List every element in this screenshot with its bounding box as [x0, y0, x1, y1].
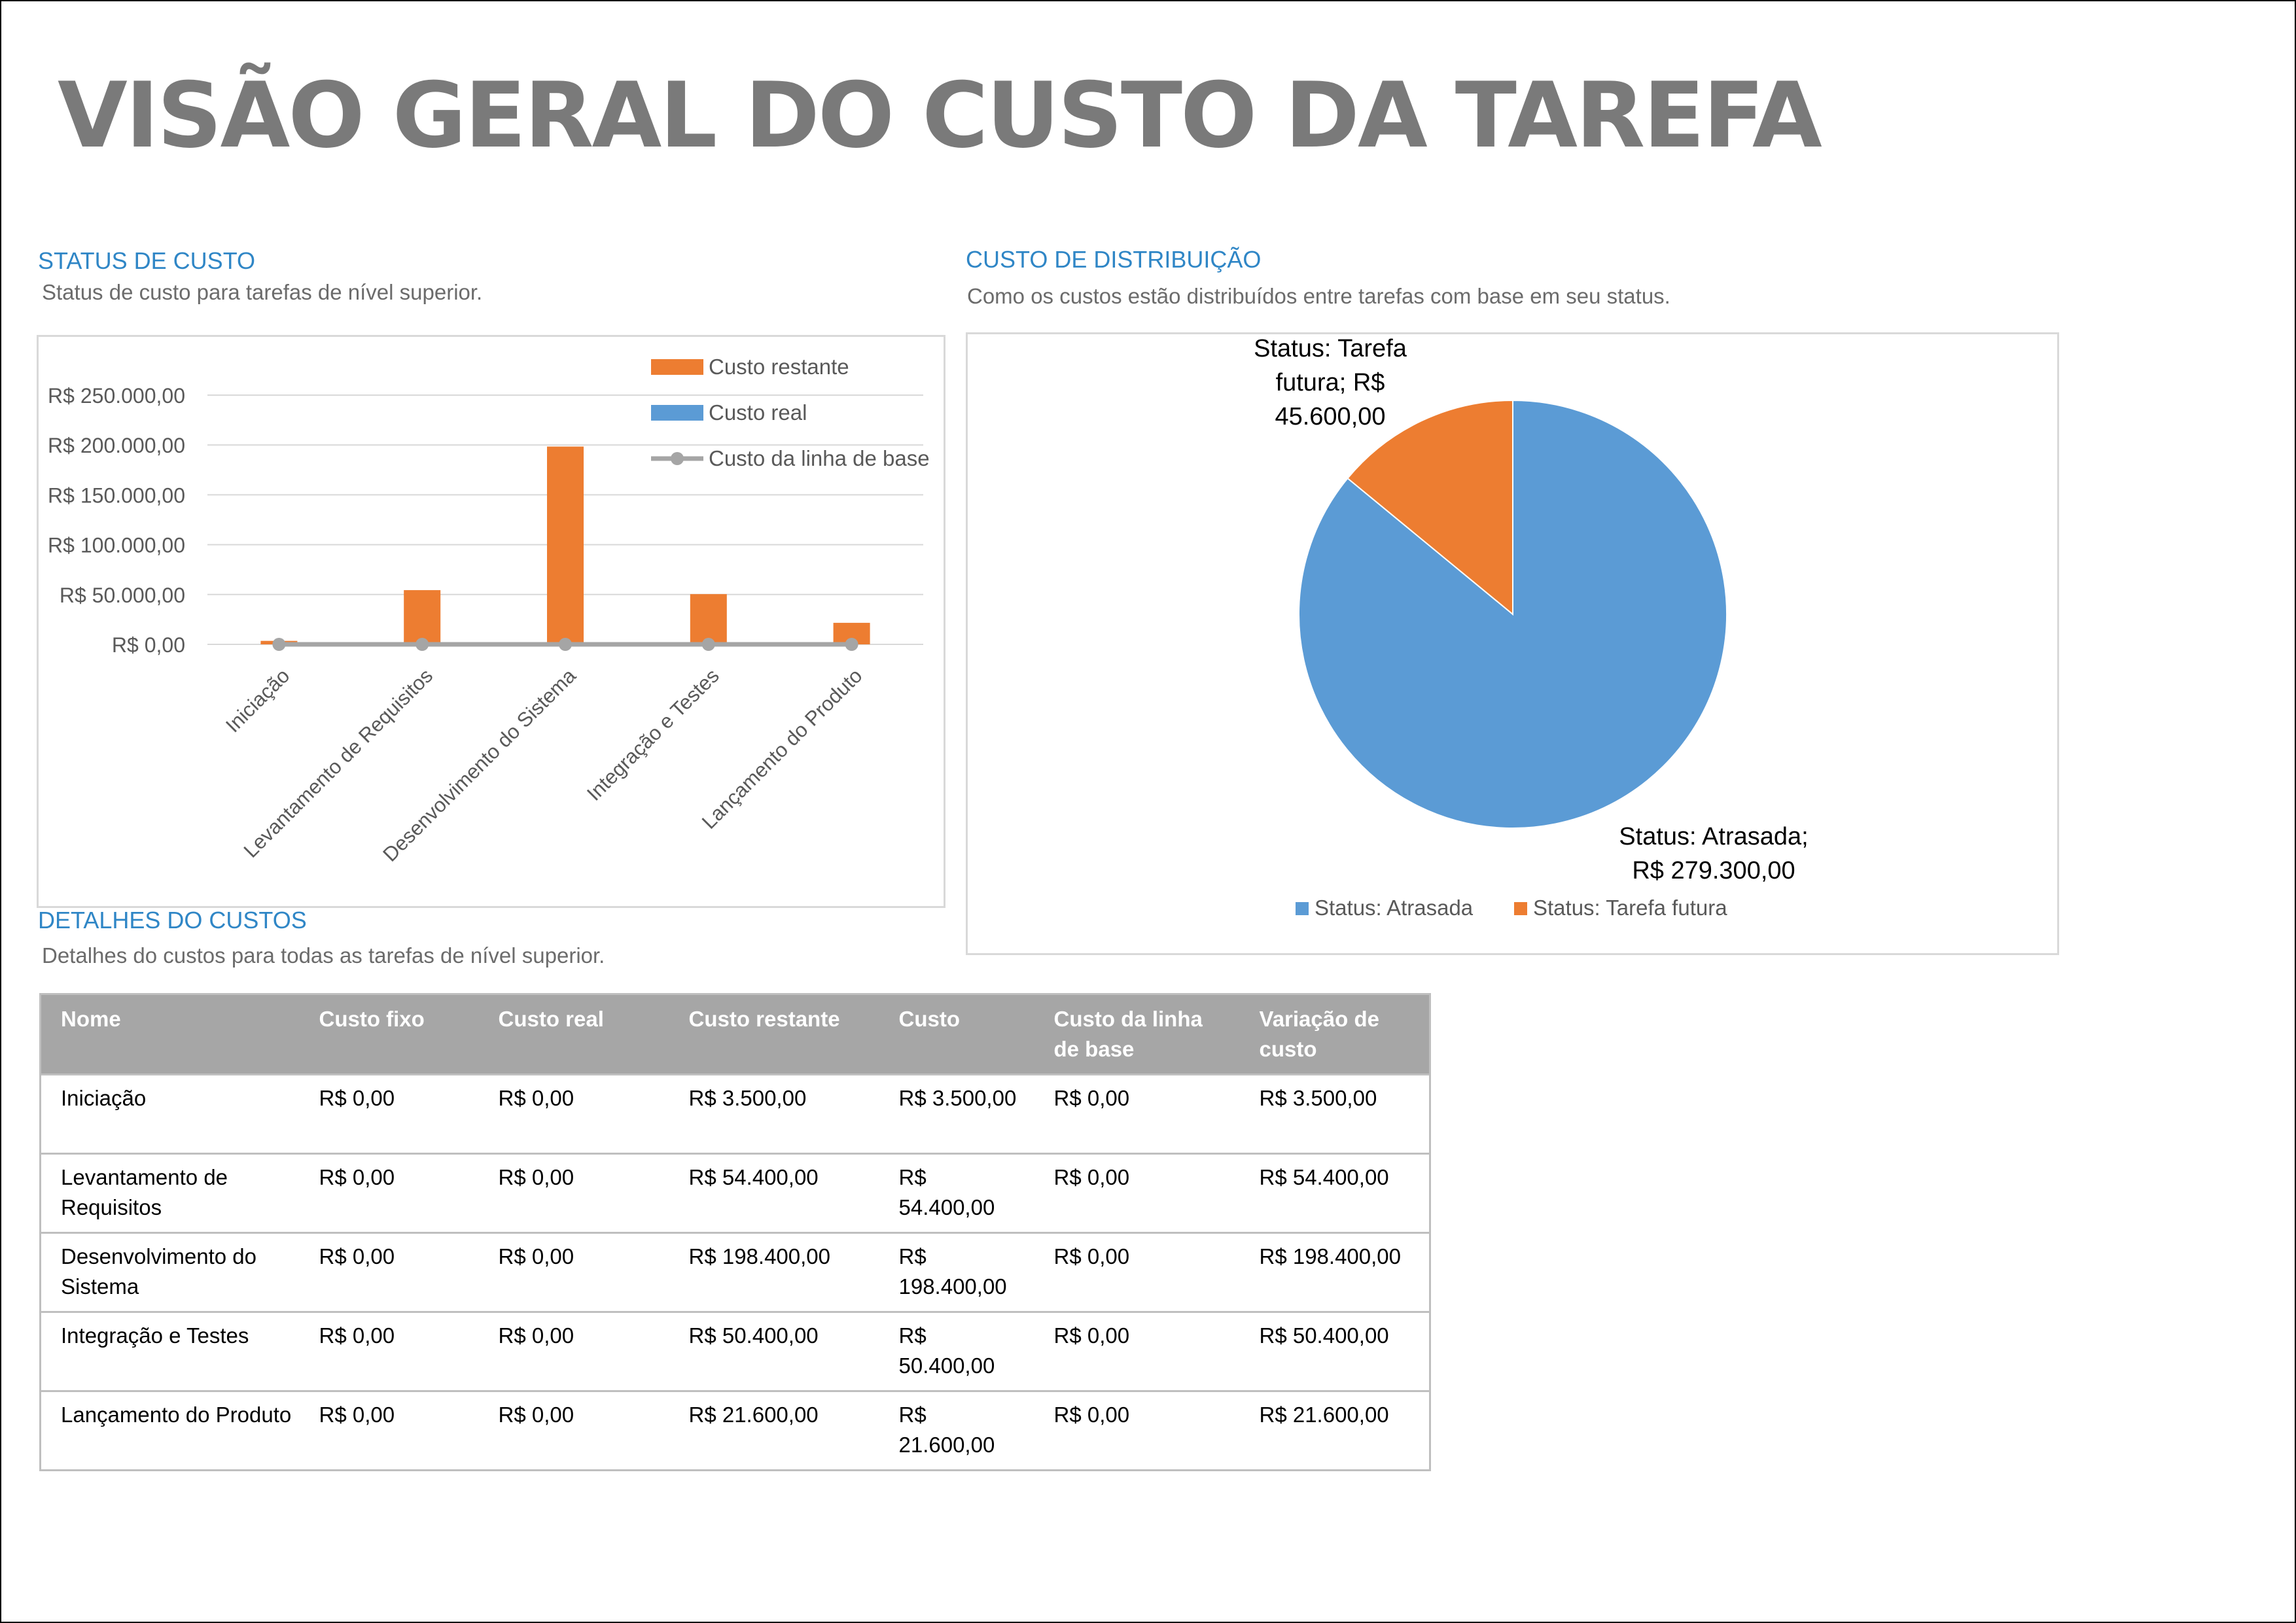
distribution-section-title: CUSTO DE DISTRIBUIÇÃO [966, 246, 1262, 273]
details-section-subtitle: Detalhes do custos para todas as tarefas… [42, 943, 605, 968]
legend-swatch-status-tarefa-futura [1514, 902, 1527, 915]
page-title: VISÃO GERAL DO CUSTO DA TAREFA [58, 63, 1822, 168]
status-section-title: STATUS DE CUSTO [38, 247, 256, 274]
column-header-cost[interactable]: Custo [879, 994, 1034, 1075]
table-cell: R$ 198.400,00 [669, 1232, 879, 1312]
cost-status-bar-chart: R$ 0,00 R$ 50.000,00 R$ 100.000,00 R$ 150.0… [48, 355, 930, 866]
table-cell: R$ 21.600,00 [669, 1390, 879, 1471]
table-cell: R$ 198.400,00 [879, 1232, 1034, 1312]
column-header-fixed-cost[interactable]: Custo fixo [299, 994, 479, 1075]
legend-label: Custo real [709, 400, 807, 425]
bar-custo-restante-levantamento-de-requisitos [404, 590, 441, 644]
legend-label: Custo da linha de base [709, 446, 930, 470]
table-cell: R$ 50.400,00 [879, 1311, 1034, 1391]
legend-marker-custo-da-linha-de-base [671, 452, 684, 465]
table-cell: R$ 0,00 [478, 1390, 669, 1471]
legend-label: Status: Atrasada [1315, 896, 1474, 920]
table-cell: R$ 0,00 [299, 1232, 479, 1312]
point-custo-da-linha-de-base-integracao-e-testes [701, 638, 715, 651]
table-cell: R$ 21.600,00 [1239, 1390, 1430, 1471]
x-tick-label: Integração e Testes [582, 664, 724, 805]
table-cell: R$ 0,00 [1034, 1390, 1240, 1471]
table-cell: R$ 0,00 [1034, 1311, 1240, 1391]
point-custo-da-linha-de-base-levantamento-de-requisitos [415, 638, 429, 651]
point-custo-da-linha-de-base-desenvolvimento-do-sistema [559, 638, 572, 651]
column-header-cost-variance[interactable]: Variação de custo [1239, 994, 1430, 1075]
table-cell: R$ 0,00 [299, 1311, 479, 1391]
table-cell: R$ 0,00 [478, 1073, 669, 1154]
legend-label: Custo restante [709, 355, 849, 379]
pie-data-label: Status: Atrasada; [1619, 823, 1808, 850]
table-cell: R$ 0,00 [299, 1390, 479, 1471]
column-header-baseline-cost[interactable]: Custo da linha de base [1034, 994, 1240, 1075]
point-custo-da-linha-de-base-iniciacao [272, 638, 286, 651]
table-cell: Integração e Testes [40, 1311, 300, 1391]
cost-status-chart[interactable]: R$ 0,00 R$ 50.000,00 R$ 100.000,00 R$ 150.0… [37, 335, 945, 908]
table-row[interactable]: Iniciação R$ 0,00 R$ 0,00 R$ 3.500,00 R$… [40, 1073, 1430, 1154]
y-tick-label: R$ 200.000,00 [48, 434, 185, 457]
point-custo-da-linha-de-base-lancamento-do-produto [845, 638, 858, 651]
table-cell: Levantamento de Requisitos [40, 1153, 300, 1233]
legend-swatch-status-atrasada [1296, 902, 1309, 915]
pie-data-label: 45.600,00 [1275, 403, 1385, 430]
table-cell: R$ 50.400,00 [1239, 1311, 1430, 1391]
bar-custo-restante-desenvolvimento-do-sistema [547, 446, 584, 644]
table-cell: Lançamento do Produto [40, 1390, 300, 1471]
table-cell: R$ 198.400,00 [1239, 1232, 1430, 1312]
table-cell: R$ 3.500,00 [1239, 1073, 1430, 1154]
y-tick-label: R$ 100.000,00 [48, 534, 185, 557]
table-cell: Desenvolvimento do Sistema [40, 1232, 300, 1312]
table-row[interactable]: Levantamento de Requisitos R$ 0,00 R$ 0,… [40, 1153, 1430, 1233]
bar-custo-restante-integracao-e-testes [690, 594, 727, 644]
y-tick-label: R$ 50.000,00 [60, 584, 185, 607]
table-cell: R$ 0,00 [478, 1153, 669, 1233]
cost-details-table: Nome Custo fixo Custo real Custo restant… [39, 993, 1431, 1471]
table-row[interactable]: Desenvolvimento do Sistema R$ 0,00 R$ 0,… [40, 1232, 1430, 1312]
column-header-actual-cost[interactable]: Custo real [478, 994, 669, 1075]
table-cell: R$ 0,00 [1034, 1153, 1240, 1233]
pie-data-label: futura; R$ [1276, 369, 1385, 396]
pie-data-label: R$ 279.300,00 [1632, 857, 1795, 884]
table-row[interactable]: Lançamento do Produto R$ 0,00 R$ 0,00 R$… [40, 1390, 1430, 1471]
table-cell: R$ 3.500,00 [669, 1073, 879, 1154]
table-cell: R$ 54.400,00 [669, 1153, 879, 1233]
legend-label: Status: Tarefa futura [1533, 896, 1727, 920]
distribution-section-subtitle: Como os custos estão distribuídos entre … [967, 284, 1670, 308]
table-cell: R$ 0,00 [299, 1073, 479, 1154]
y-tick-label: R$ 250.000,00 [48, 384, 185, 408]
table-cell: R$ 0,00 [478, 1311, 669, 1391]
x-tick-label: Lançamento do Produto [698, 664, 867, 833]
legend-swatch-custo-restante [651, 359, 703, 375]
table-cell: R$ 54.400,00 [879, 1153, 1034, 1233]
x-tick-label: Iniciação [221, 664, 294, 737]
cost-distribution-pie-chart: Status: Atrasada; R$ 279.300,00 Status: Ta… [1254, 335, 1809, 920]
pie-data-label: Status: Tarefa [1254, 335, 1407, 362]
status-section-subtitle: Status de custo para tarefas de nível su… [42, 280, 483, 304]
legend-swatch-custo-real [651, 405, 703, 421]
y-tick-label: R$ 150.000,00 [48, 483, 185, 507]
table-cell: Iniciação [40, 1073, 300, 1154]
details-section-title: DETALHES DO CUSTOS [38, 907, 307, 934]
table-cell: R$ 0,00 [299, 1153, 479, 1233]
table-cell: R$ 21.600,00 [879, 1390, 1034, 1471]
table-cell: R$ 54.400,00 [1239, 1153, 1430, 1233]
table-cell: R$ 3.500,00 [879, 1073, 1034, 1154]
table-row[interactable]: Integração e Testes R$ 0,00 R$ 0,00 R$ 5… [40, 1311, 1430, 1391]
table-cell: R$ 0,00 [478, 1232, 669, 1312]
cost-distribution-chart[interactable]: Status: Atrasada; R$ 279.300,00 Status: Ta… [966, 332, 2059, 955]
y-tick-label: R$ 0,00 [112, 633, 185, 657]
column-header-remaining-cost[interactable]: Custo restante [669, 994, 879, 1075]
column-header-name[interactable]: Nome [40, 994, 300, 1075]
table-header-row: Nome Custo fixo Custo real Custo restant… [40, 994, 1430, 1075]
table-cell: R$ 50.400,00 [669, 1311, 879, 1391]
table-cell: R$ 0,00 [1034, 1073, 1240, 1154]
table-cell: R$ 0,00 [1034, 1232, 1240, 1312]
